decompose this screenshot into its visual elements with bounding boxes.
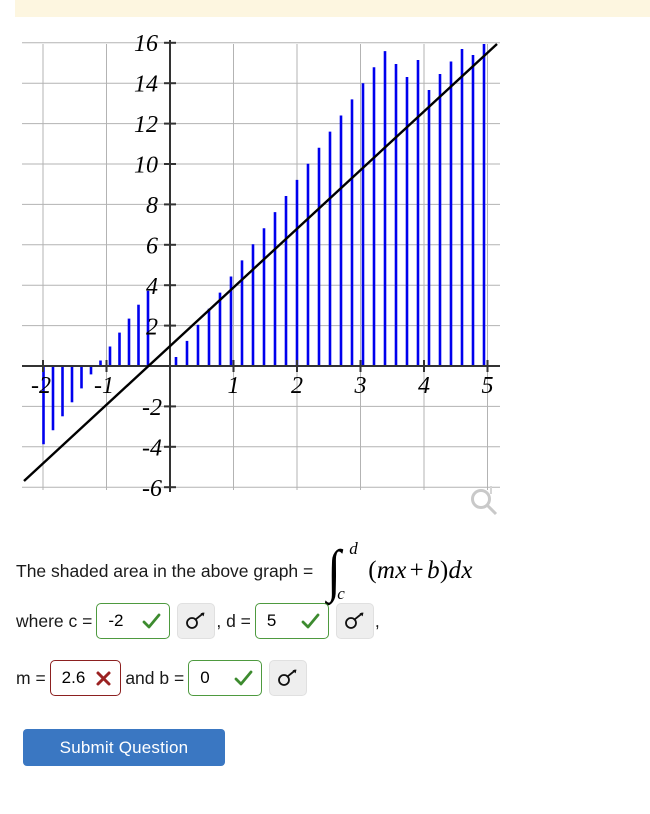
integrand-m: m (376, 557, 396, 584)
x-tick-1: 1 (228, 373, 240, 399)
label-d: , d = (216, 610, 251, 631)
submit-question-button[interactable]: Submit Question (23, 729, 225, 766)
label-m: m = (16, 667, 46, 688)
label-c: where c = (16, 610, 93, 631)
input-c[interactable]: -2 (96, 603, 171, 639)
integral-expression: ∫ d c (mx + b)dx (322, 539, 472, 603)
label-b: and b = (125, 667, 185, 688)
cross-icon (95, 670, 112, 687)
y-tick-8: 8 (146, 193, 158, 219)
integrand-x: x (395, 557, 407, 584)
x-tick-neg1: -1 (94, 373, 114, 399)
x-tick-3: 3 (354, 373, 367, 399)
x-tick-4: 4 (418, 373, 430, 399)
y-tick-10: 10 (134, 153, 158, 179)
x-tick-neg2: -2 (31, 373, 51, 399)
magnifier-icon[interactable] (466, 485, 502, 521)
y-tick-4: 4 (146, 274, 158, 300)
graph-container: 16 14 12 10 8 6 4 2 -2 -4 -6 -2 -1 1 2 3… (0, 22, 650, 500)
answer-row-c-d: where c = -2 , d = 5 , (16, 603, 380, 639)
y-tick-2: 2 (146, 315, 158, 341)
question-prompt: The shaded area in the above graph = (16, 560, 314, 581)
y-tick-6: 6 (146, 234, 158, 260)
trailing-comma: , (374, 610, 380, 631)
function-line (23, 43, 498, 482)
y-tick-neg6: -6 (142, 476, 162, 500)
x-axis-tick-labels: -2 -1 1 2 3 4 5 (31, 373, 494, 399)
input-c-value: -2 (108, 611, 124, 630)
key-icon (186, 612, 205, 629)
integrand-b: b (427, 557, 440, 584)
differential-x: x (461, 557, 473, 584)
integral-lower-limit: c (337, 584, 345, 603)
input-d-value: 5 (266, 611, 277, 630)
input-m-value: 2.6 (61, 668, 86, 687)
y-axis-tick-labels: 16 14 12 10 8 6 4 2 -2 -4 -6 (134, 31, 162, 500)
input-b-value: 0 (200, 668, 210, 687)
y-tick-neg2: -2 (142, 395, 162, 421)
y-tick-16: 16 (134, 31, 158, 57)
input-m[interactable]: 2.6 (49, 660, 122, 696)
check-icon (234, 670, 253, 687)
integral-sign-group: ∫ d c (322, 539, 366, 603)
check-icon (301, 613, 320, 630)
key-button-c[interactable] (177, 603, 216, 639)
integrand: (mx + b)dx (368, 557, 472, 585)
integral-upper-limit: d (349, 539, 358, 558)
top-banner (15, 0, 650, 17)
y-tick-12: 12 (134, 112, 158, 138)
y-tick-neg4: -4 (142, 436, 162, 462)
input-b[interactable]: 0 (188, 660, 263, 696)
key-icon (278, 669, 297, 686)
y-tick-14: 14 (134, 72, 158, 98)
x-tick-5: 5 (482, 373, 494, 399)
input-d[interactable]: 5 (254, 603, 329, 639)
integrand-close-paren: ) (439, 557, 449, 584)
integrand-plus: + (409, 557, 425, 584)
integrand-open-paren: ( (368, 557, 377, 584)
key-button-d[interactable] (335, 603, 374, 639)
answer-row-m-b: m = 2.6 and b = 0 (16, 660, 308, 696)
question-statement: The shaded area in the above graph = ∫ d… (16, 539, 636, 603)
differential-d: d (448, 557, 462, 584)
check-icon (142, 613, 161, 630)
key-button-b[interactable] (269, 660, 308, 696)
area-under-line-chart: 16 14 12 10 8 6 4 2 -2 -4 -6 -2 -1 1 2 3… (22, 31, 500, 500)
x-tick-2: 2 (291, 373, 303, 399)
key-icon (345, 612, 364, 629)
